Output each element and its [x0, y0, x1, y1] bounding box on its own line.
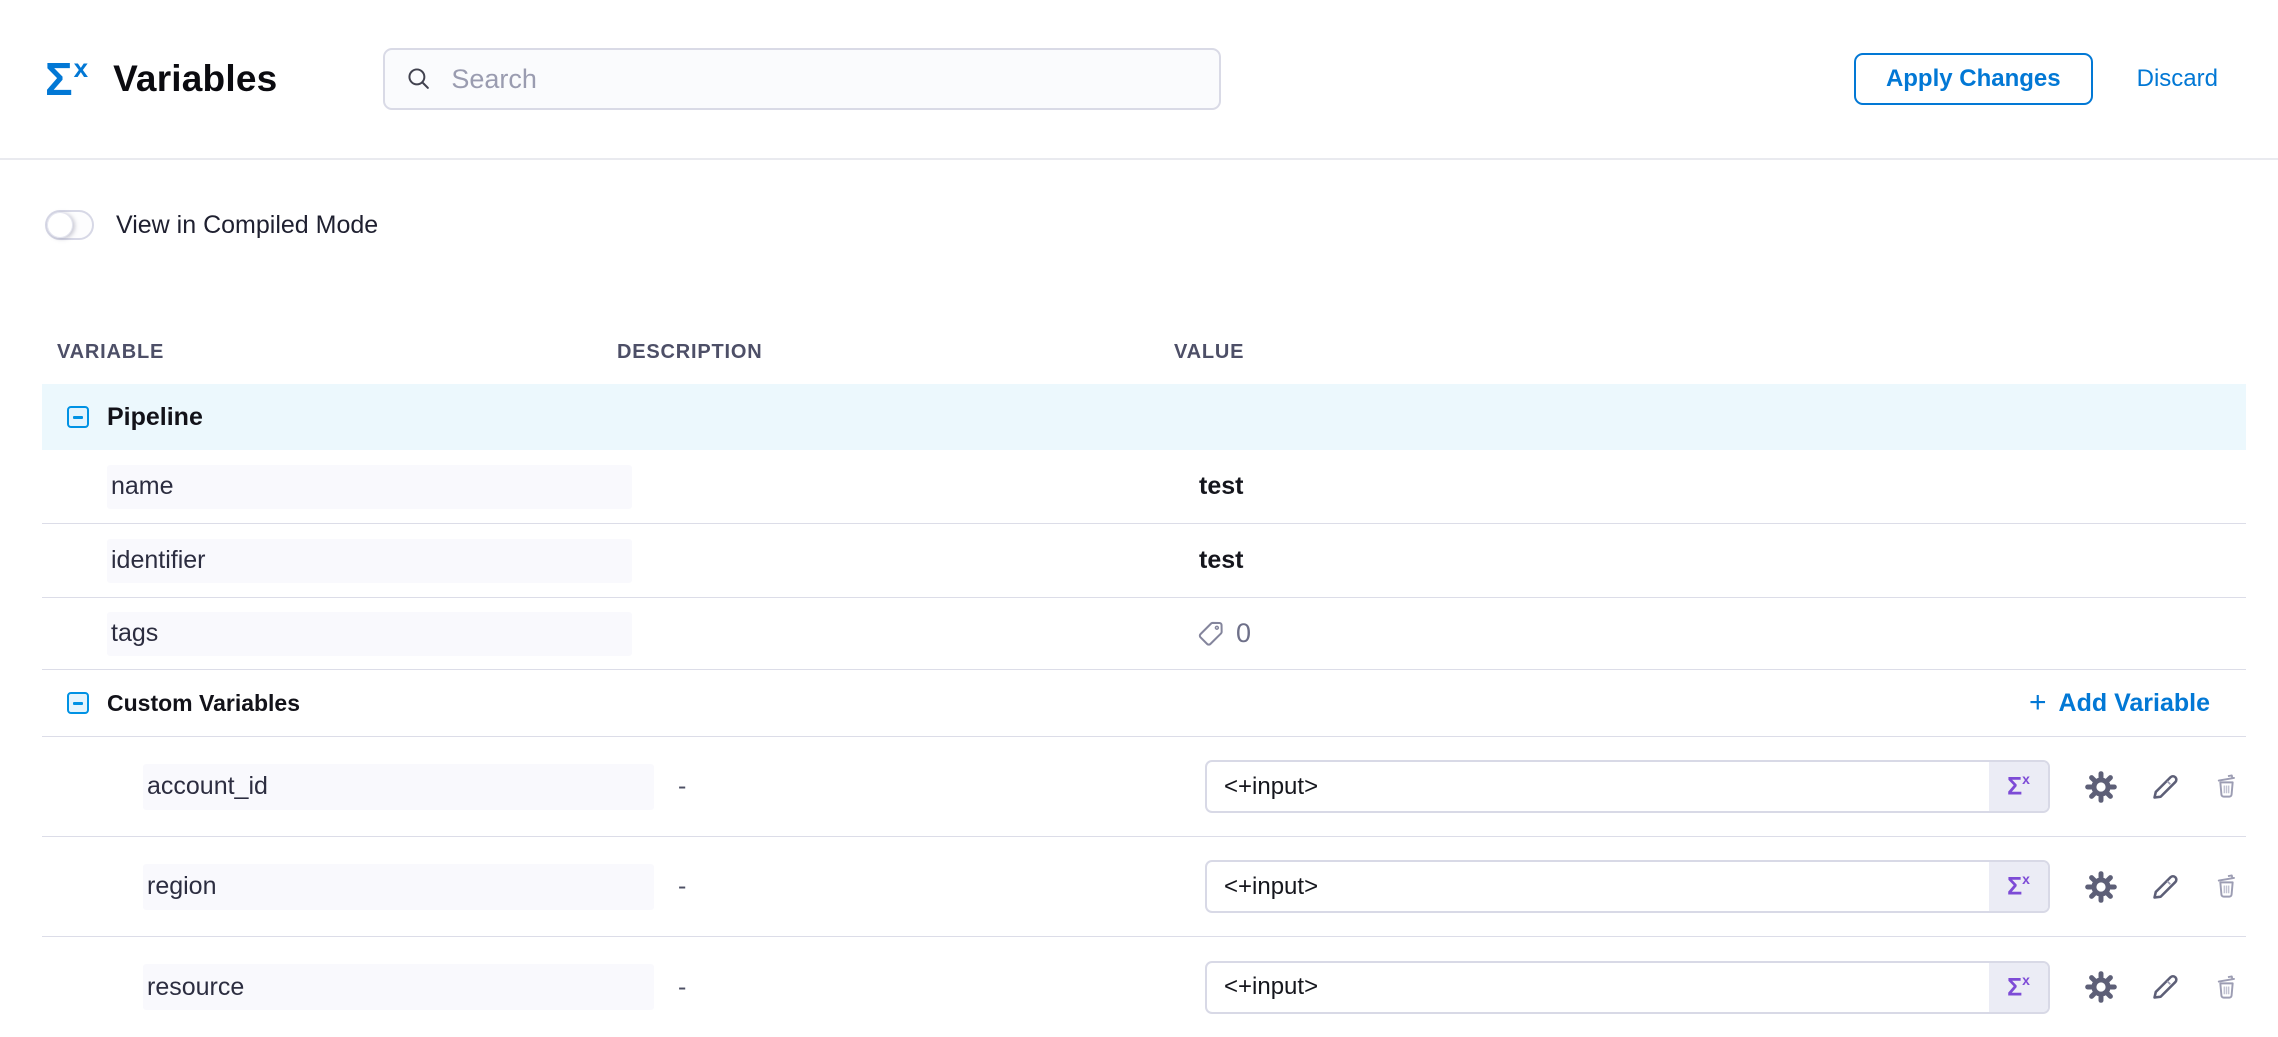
edit-button[interactable]: [2148, 970, 2182, 1004]
runtime-input-sigma-chip[interactable]: Σx: [1989, 963, 2048, 1012]
runtime-input-sigma-chip[interactable]: Σx: [1989, 762, 2048, 811]
delete-button[interactable]: [2212, 872, 2241, 901]
variable-name-cell: name: [107, 465, 632, 509]
settings-button[interactable]: [2084, 770, 2118, 804]
trash-icon: [2212, 772, 2241, 801]
variable-name-cell: resource: [143, 964, 654, 1010]
sigma-x-icon: Σx: [2007, 873, 2030, 899]
delete-button[interactable]: [2212, 772, 2241, 801]
variable-name-cell: account_id: [143, 764, 654, 810]
apply-changes-button[interactable]: Apply Changes: [1854, 53, 2093, 105]
table-row: identifier test: [42, 524, 2246, 598]
description-cell: -: [617, 872, 1174, 901]
page-title: Variables: [113, 58, 277, 100]
search-input[interactable]: [449, 63, 1199, 96]
value-cell: test: [1174, 472, 1243, 501]
table-row: tags 0: [42, 598, 2246, 670]
plus-icon: +: [2029, 688, 2047, 718]
description-cell: -: [617, 772, 1174, 801]
pencil-icon: [2148, 770, 2182, 804]
table-row: region - <+input> Σx: [42, 837, 2246, 937]
section-row-pipeline: Pipeline: [42, 384, 2246, 450]
sigma-x-icon: Σx: [2007, 773, 2030, 799]
table-header-row: VARIABLE DESCRIPTION VALUE: [42, 320, 2246, 384]
section-row-custom-variables: Custom Variables + Add Variable: [42, 670, 2246, 737]
section-title: Custom Variables: [107, 690, 300, 717]
tag-icon: [1196, 619, 1226, 649]
column-header-value: VALUE: [1174, 341, 2246, 364]
column-header-variable: VARIABLE: [42, 341, 617, 364]
sigma-x-icon: Σx: [2007, 974, 2030, 1000]
table-row: name test: [42, 450, 2246, 524]
value-cell: test: [1174, 546, 1243, 575]
search-icon: [405, 65, 433, 93]
column-header-description: DESCRIPTION: [617, 341, 1174, 364]
trash-icon: [2212, 973, 2241, 1002]
sigma-x-icon: Σx: [45, 56, 87, 102]
table-row: resource - <+input> Σx: [42, 937, 2246, 1037]
compiled-mode-toggle[interactable]: [45, 210, 94, 240]
tags-count: 0: [1174, 618, 1251, 649]
variable-name-cell: tags: [107, 612, 632, 656]
pencil-icon: [2148, 970, 2182, 1004]
pencil-icon: [2148, 870, 2182, 904]
trash-icon: [2212, 872, 2241, 901]
settings-button[interactable]: [2084, 970, 2118, 1004]
collapse-icon[interactable]: [67, 406, 89, 428]
edit-button[interactable]: [2148, 770, 2182, 804]
add-variable-button[interactable]: + Add Variable: [2029, 670, 2210, 736]
settings-button[interactable]: [2084, 870, 2118, 904]
variable-value-input[interactable]: <+input> Σx: [1205, 860, 2050, 913]
discard-link[interactable]: Discard: [2137, 65, 2218, 93]
variables-table: VARIABLE DESCRIPTION VALUE Pipeline name…: [42, 320, 2246, 1037]
variable-value-input[interactable]: <+input> Σx: [1205, 760, 2050, 813]
header-actions: Apply Changes Discard: [1854, 53, 2218, 105]
gear-icon: [2084, 970, 2118, 1004]
description-cell: -: [617, 973, 1174, 1002]
runtime-input-sigma-chip[interactable]: Σx: [1989, 862, 2048, 911]
delete-button[interactable]: [2212, 973, 2241, 1002]
variable-name-cell: identifier: [107, 539, 632, 583]
page-header: Σx Variables Apply Changes Discard: [0, 0, 2278, 160]
compiled-mode-label: View in Compiled Mode: [116, 211, 378, 240]
edit-button[interactable]: [2148, 870, 2182, 904]
table-row: account_id - <+input> Σx: [42, 737, 2246, 837]
gear-icon: [2084, 770, 2118, 804]
section-title: Pipeline: [107, 403, 203, 432]
variable-value-input[interactable]: <+input> Σx: [1205, 961, 2050, 1014]
toggle-knob-icon: [47, 212, 73, 238]
collapse-icon[interactable]: [67, 692, 89, 714]
search-box[interactable]: [383, 48, 1221, 110]
gear-icon: [2084, 870, 2118, 904]
compiled-mode-row: View in Compiled Mode: [45, 210, 2278, 240]
variable-name-cell: region: [143, 864, 654, 910]
